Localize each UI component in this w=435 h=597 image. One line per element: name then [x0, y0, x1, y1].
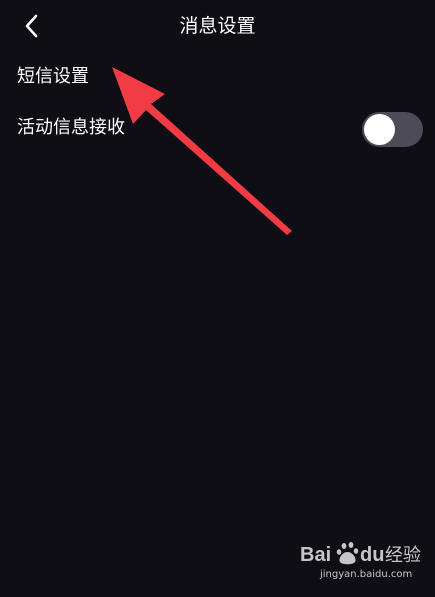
baidu-jingyan-logo: Bai du 经验	[300, 542, 421, 566]
settings-item-activity-messages: 活动信息接收	[0, 103, 435, 153]
watermark-url: jingyan.baidu.com	[320, 569, 413, 580]
svg-text:du: du	[360, 544, 384, 566]
activity-messages-label: 活动信息接收	[17, 117, 125, 138]
page-title: 消息设置	[179, 15, 256, 37]
sms-settings-label: 短信设置	[17, 66, 89, 87]
svg-text:经验: 经验	[385, 545, 421, 566]
watermark: Bai du 经验 jingyan.baidu.com	[300, 540, 425, 590]
toggle-knob	[364, 114, 395, 145]
header-bar: 消息设置	[0, 0, 435, 52]
svg-text:Bai: Bai	[300, 544, 331, 566]
settings-item-sms[interactable]: 短信设置	[0, 52, 435, 102]
activity-messages-toggle[interactable]	[362, 112, 423, 147]
